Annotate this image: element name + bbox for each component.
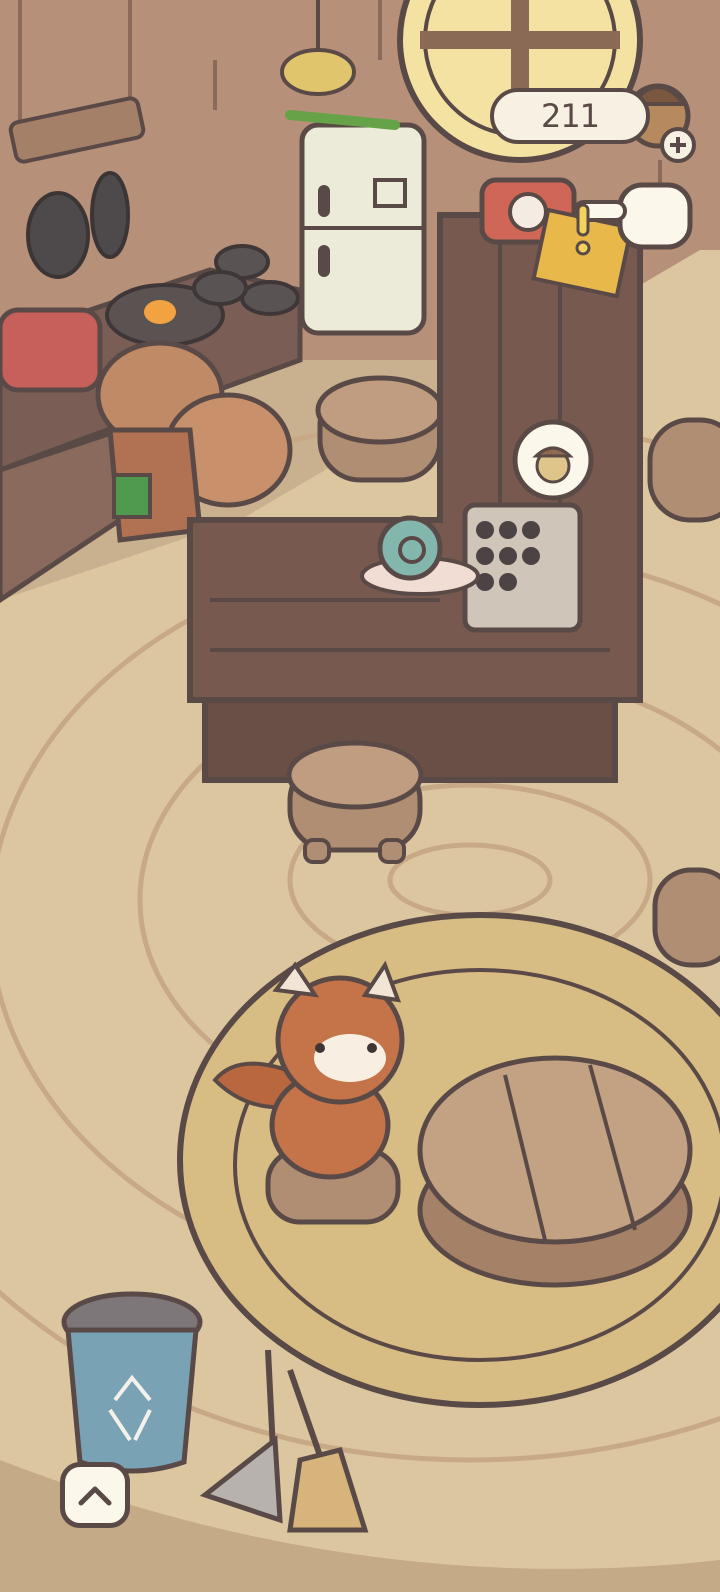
- stool-right-lower: [652, 867, 720, 968]
- fridge: [285, 110, 427, 336]
- game-scene: [0, 0, 720, 1592]
- acorn-speech-bubble[interactable]: [512, 419, 594, 501]
- stool-right: [647, 417, 720, 523]
- stool-front: [286, 740, 424, 864]
- round-table: [417, 1055, 693, 1288]
- scroll-up-button[interactable]: [60, 1462, 130, 1528]
- acorn-counter[interactable]: 211: [490, 88, 650, 144]
- cash-register[interactable]: [462, 502, 583, 633]
- acorn-count: 211: [540, 97, 600, 135]
- plus-icon[interactable]: [660, 127, 696, 163]
- chevron-up-icon: [78, 1486, 112, 1506]
- exclamation-icon: [575, 203, 591, 256]
- stool-back: [315, 375, 445, 483]
- recycle-bin[interactable]: [61, 1291, 203, 1474]
